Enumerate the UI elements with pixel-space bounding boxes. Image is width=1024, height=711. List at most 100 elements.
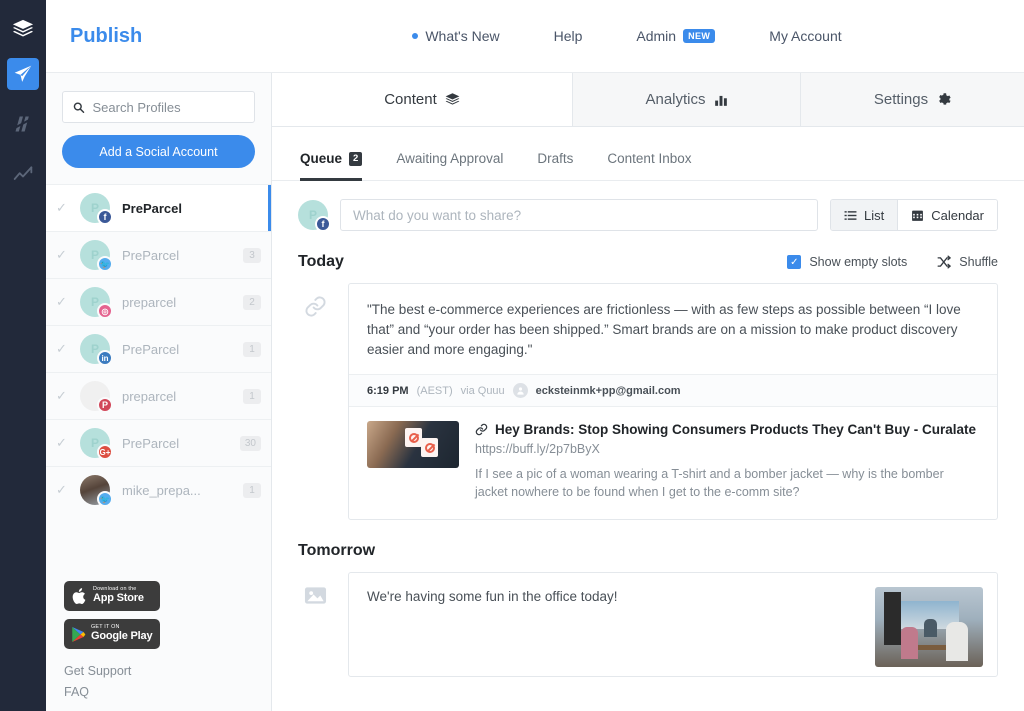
thumb-card-1: [405, 428, 422, 447]
list-item[interactable]: ✓ P f PreParcel: [46, 184, 271, 231]
profile-post-count: 1: [243, 342, 261, 357]
sidebar-item-reply[interactable]: [7, 108, 39, 140]
layers-icon: [445, 92, 460, 107]
instagram-icon: ◎: [97, 303, 113, 319]
top-header: Publish What's New Help Admin NEW My Acc…: [46, 0, 1024, 73]
composer-input[interactable]: [340, 199, 818, 231]
tab-queue[interactable]: Queue 2: [300, 151, 362, 180]
check-icon[interactable]: ✓: [56, 247, 72, 263]
my-account-label: My Account: [769, 28, 841, 44]
help-link[interactable]: Help: [554, 28, 583, 44]
body-split: Add a Social Account ✓ P f PreParcel: [46, 73, 1024, 711]
main-wrapper: Publish What's New Help Admin NEW My Acc…: [46, 0, 1024, 711]
admin-label: Admin: [636, 28, 676, 44]
apple-icon: [71, 587, 88, 606]
profile-name: PreParcel: [122, 436, 240, 451]
search-profiles-box[interactable]: [62, 91, 255, 123]
link-preview-card[interactable]: Hey Brands: Stop Showing Consumers Produ…: [349, 406, 997, 519]
list-item[interactable]: ✓ 🐦 mike_prepa... 1: [46, 466, 271, 513]
list-view-button[interactable]: List: [831, 200, 897, 230]
app-store-big: App Store: [93, 593, 144, 605]
check-icon[interactable]: ✓: [56, 341, 72, 357]
post-text: "The best e-commerce experiences are fri…: [349, 284, 997, 374]
tab-analytics[interactable]: Analytics: [572, 73, 800, 126]
list-item[interactable]: ✓ P ◎ preparcel 2: [46, 278, 271, 325]
queue-scroll-area[interactable]: P f List: [272, 181, 1024, 711]
tab-settings[interactable]: Settings: [800, 73, 1024, 126]
sidebar-footer: Download on the App Store GET IT ON: [46, 581, 271, 711]
link-title-row[interactable]: Hey Brands: Stop Showing Consumers Produ…: [475, 421, 979, 439]
google-play-icon: [71, 626, 86, 643]
photo-person-3: [924, 619, 937, 637]
profile-post-count: 3: [243, 248, 261, 263]
check-icon[interactable]: ✓: [56, 294, 72, 310]
avatar: P f: [80, 193, 110, 223]
sub-tab-bar: Queue 2 Awaiting Approval Drafts Content…: [272, 127, 1024, 181]
shuffle-label: Shuffle: [959, 255, 998, 269]
post-photo-thumbnail: [875, 587, 983, 667]
show-empty-slots-label: Show empty slots: [809, 255, 907, 269]
facebook-icon: f: [97, 209, 113, 225]
link-thumbnail: [367, 421, 459, 468]
google-play-badge[interactable]: GET IT ON Google Play: [64, 619, 160, 649]
profile-name: PreParcel: [122, 201, 261, 216]
sidebar-item-analyze[interactable]: [7, 158, 39, 190]
shuffle-icon: [937, 255, 951, 269]
avatar: P 🐦: [80, 240, 110, 270]
tab-queue-label: Queue: [300, 151, 342, 166]
add-social-account-button[interactable]: Add a Social Account: [62, 135, 255, 168]
link-description: If I see a pic of a woman wearing a T-sh…: [475, 465, 979, 501]
faq-link[interactable]: FAQ: [64, 682, 255, 703]
get-support-link[interactable]: Get Support: [64, 661, 255, 682]
list-item[interactable]: ✓ P preparcel 1: [46, 372, 271, 419]
tab-awaiting-approval-label: Awaiting Approval: [396, 151, 503, 166]
calendar-view-button[interactable]: Calendar: [897, 200, 997, 230]
sidebar-item-publish[interactable]: [7, 58, 39, 90]
search-input[interactable]: [93, 100, 244, 115]
shuffle-button[interactable]: Shuffle: [937, 255, 998, 269]
check-icon[interactable]: ✓: [56, 482, 72, 498]
today-controls: ✓ Show empty slots Shuffle: [787, 255, 998, 269]
whats-new-label: What's New: [425, 28, 499, 44]
google-play-text: GET IT ON Google Play: [91, 625, 152, 642]
link-url[interactable]: https://buff.ly/2p7bByX: [475, 442, 979, 456]
composer-bar: P f List: [298, 181, 998, 231]
tab-content-inbox[interactable]: Content Inbox: [607, 151, 691, 180]
tab-content-label: Content: [384, 91, 437, 108]
link-body: Hey Brands: Stop Showing Consumers Produ…: [475, 421, 979, 501]
profile-post-count: 1: [243, 389, 261, 404]
list-item[interactable]: ✓ P G+ PreParcel 30: [46, 419, 271, 466]
thumb-card-2: [421, 438, 438, 457]
whats-new-link[interactable]: What's New: [412, 28, 499, 44]
app-store-badge[interactable]: Download on the App Store: [64, 581, 160, 611]
link-title: Hey Brands: Stop Showing Consumers Produ…: [495, 421, 976, 439]
post-card[interactable]: We're having some fun in the office toda…: [348, 572, 998, 677]
search-icon: [73, 101, 85, 114]
admin-link[interactable]: Admin NEW: [636, 28, 715, 44]
list-item[interactable]: ✓ P in PreParcel 1: [46, 325, 271, 372]
googleplus-icon: G+: [97, 444, 113, 460]
show-empty-slots-toggle[interactable]: ✓ Show empty slots: [787, 255, 907, 269]
checkbox-icon: ✓: [787, 255, 801, 269]
view-toggle: List Calendar: [830, 199, 998, 231]
my-account-link[interactable]: My Account: [769, 28, 841, 44]
tomorrow-section-header: Tomorrow: [298, 542, 998, 560]
link-icon: [475, 423, 488, 436]
avatar: P G+: [80, 428, 110, 458]
no-entry-icon: [425, 443, 435, 453]
app-root: Publish What's New Help Admin NEW My Acc…: [0, 0, 1024, 711]
tab-content[interactable]: Content: [272, 73, 572, 126]
buffer-logo-icon[interactable]: [8, 14, 38, 44]
tab-content-inbox-label: Content Inbox: [607, 151, 691, 166]
post-card[interactable]: "The best e-commerce experiences are fri…: [348, 283, 998, 520]
admin-new-badge: NEW: [683, 29, 715, 43]
list-item[interactable]: ✓ P 🐦 PreParcel 3: [46, 231, 271, 278]
tab-drafts[interactable]: Drafts: [537, 151, 573, 180]
check-icon[interactable]: ✓: [56, 388, 72, 404]
tab-awaiting-approval[interactable]: Awaiting Approval: [396, 151, 503, 180]
no-entry-icon: [409, 433, 419, 443]
check-icon[interactable]: ✓: [56, 435, 72, 451]
check-icon[interactable]: ✓: [56, 200, 72, 216]
page-title[interactable]: Publish: [70, 25, 270, 48]
content-panel: Content Analytics Settings: [272, 73, 1024, 711]
